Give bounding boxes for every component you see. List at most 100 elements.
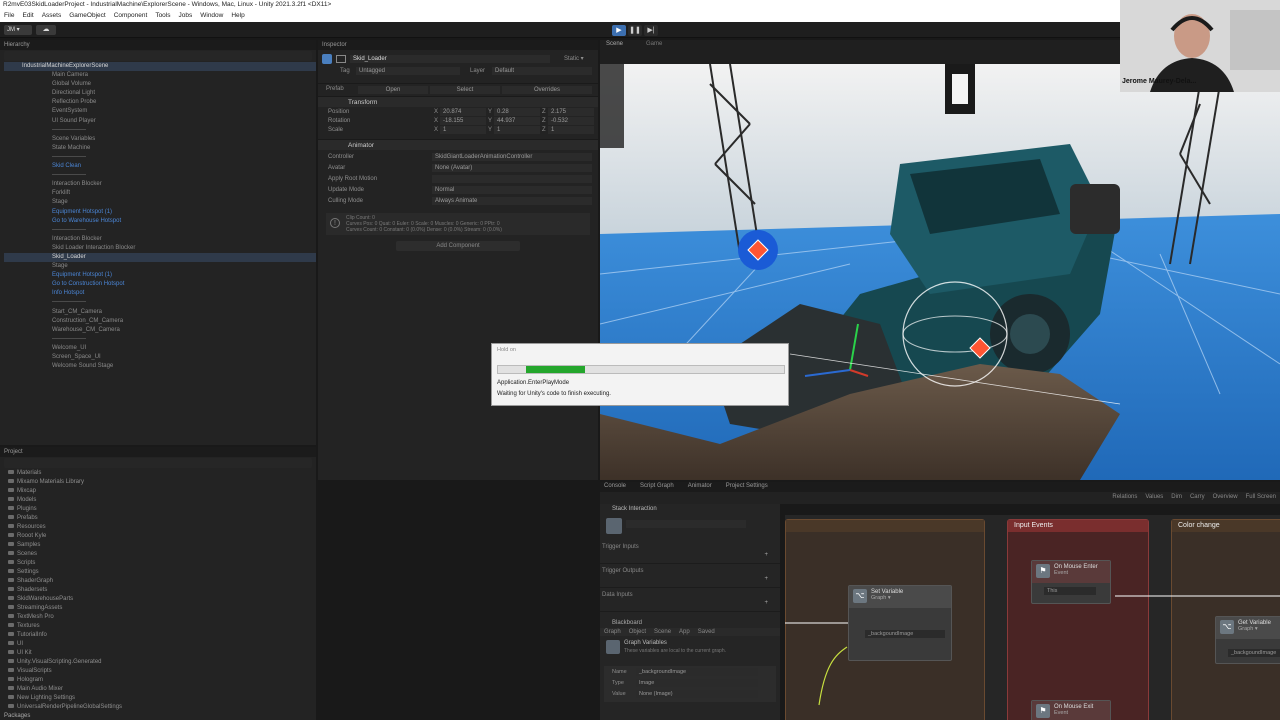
var-type-dropdown[interactable]: Image <box>636 679 758 687</box>
hierarchy-item[interactable]: Main Camera <box>4 71 316 80</box>
transform-scale-y[interactable]: 1 <box>494 126 540 134</box>
tab-project-settings[interactable]: Project Settings <box>726 483 768 491</box>
menu-item-jobs[interactable]: Jobs <box>179 12 193 21</box>
blackboard-tab-scene[interactable]: Scene <box>654 629 671 635</box>
scene-viewport[interactable] <box>600 64 1280 480</box>
animator-field-value[interactable]: None (Avatar) <box>432 164 592 172</box>
layer-dropdown[interactable]: Default <box>492 67 592 75</box>
hierarchy-item[interactable]: Warehouse_CM_Camera <box>4 326 316 335</box>
hierarchy-item[interactable]: Directional Light <box>4 89 316 98</box>
play-button[interactable]: ▶ <box>612 25 626 36</box>
project-folder[interactable]: Plugins <box>8 505 316 514</box>
hierarchy-item[interactable]: Start_CM_Camera <box>4 308 316 317</box>
object-name-field[interactable]: Skid_Loader <box>350 55 550 63</box>
blackboard-tab-app[interactable]: App <box>679 629 690 635</box>
project-folder[interactable]: Rooot Kyle <box>8 532 316 541</box>
menu-item-assets[interactable]: Assets <box>42 12 62 21</box>
blackboard-tab-saved[interactable]: Saved <box>698 629 715 635</box>
blackboard-tab-object[interactable]: Object <box>629 629 646 635</box>
project-folder[interactable]: Settings <box>8 568 316 577</box>
static-toggle[interactable]: Static ▾ <box>564 55 584 62</box>
hierarchy-item[interactable]: IndustrialMachineExplorerScene <box>4 62 316 72</box>
graph-toolbar-carry[interactable]: Carry <box>1190 494 1205 502</box>
tab-hierarchy[interactable]: Hierarchy <box>0 40 316 50</box>
tab-game[interactable]: Game <box>646 41 662 47</box>
hierarchy-item[interactable]: Interaction Blocker <box>4 235 316 244</box>
project-folder[interactable]: Scenes <box>8 550 316 559</box>
hierarchy-item[interactable]: Global Volume <box>4 80 316 89</box>
hierarchy-item[interactable]: ----------------- <box>4 335 316 344</box>
var-name-field[interactable]: _backgroundImage <box>636 668 758 676</box>
transform-position-z[interactable]: 2.175 <box>548 108 594 116</box>
animator-field-value[interactable] <box>432 175 592 183</box>
project-folder[interactable]: Main Audio Mixer <box>8 685 316 694</box>
project-folder[interactable]: Mixamo Materials Library <box>8 478 316 487</box>
transform-scale-z[interactable]: 1 <box>548 126 594 134</box>
hierarchy-item[interactable]: Skid Loader Interaction Blocker <box>4 244 316 253</box>
graph-title-field[interactable] <box>626 520 746 528</box>
hierarchy-item[interactable]: ----------------- <box>4 226 316 235</box>
hierarchy-item[interactable]: Welcome_UI <box>4 344 316 353</box>
menu-item-help[interactable]: Help <box>231 12 244 21</box>
active-checkbox[interactable] <box>336 55 346 63</box>
hierarchy-item[interactable]: ----------------- <box>4 153 316 162</box>
animator-header[interactable]: Animator <box>318 139 598 150</box>
project-folder[interactable]: Models <box>8 496 316 505</box>
project-folder[interactable]: Prefabs <box>8 514 316 523</box>
hierarchy-item[interactable]: ----------------- <box>4 126 316 135</box>
project-folder[interactable]: UI Kit <box>8 649 316 658</box>
menu-item-gameobject[interactable]: GameObject <box>69 12 106 21</box>
project-folder[interactable]: Scripts <box>8 559 316 568</box>
hierarchy-item[interactable]: Forklift <box>4 189 316 198</box>
project-folder[interactable]: UniversalRenderPipelineGlobalSettings <box>8 703 316 712</box>
on-mouse-exit-node[interactable]: ⚑ On Mouse Exit Event <box>1031 700 1111 720</box>
menu-item-file[interactable]: File <box>4 12 14 21</box>
tag-dropdown[interactable]: Untagged <box>356 67 460 75</box>
prefab-select-button[interactable]: Select <box>430 86 500 94</box>
step-button[interactable]: ▶| <box>644 25 658 36</box>
transform-header[interactable]: Transform <box>318 96 598 107</box>
hierarchy-item[interactable]: Screen_Space_UI <box>4 353 316 362</box>
animator-field-value[interactable]: Always Animate <box>432 197 592 205</box>
hierarchy-item[interactable]: UI Sound Player <box>4 117 316 126</box>
project-folder[interactable]: Mixcap <box>8 487 316 496</box>
hierarchy-item[interactable]: Scene Variables <box>4 135 316 144</box>
hierarchy-item[interactable]: ----------------- <box>4 171 316 180</box>
transform-scale-x[interactable]: 1 <box>440 126 486 134</box>
tab-script-graph[interactable]: Script Graph <box>640 483 674 491</box>
graph-toolbar-full-screen[interactable]: Full Screen <box>1246 494 1276 502</box>
project-folder[interactable]: Samples <box>8 541 316 550</box>
hierarchy-item[interactable]: Equipment Hotspot (1) <box>4 271 316 280</box>
project-folder[interactable]: Resources <box>8 523 316 532</box>
hierarchy-item[interactable]: Skid Clean <box>4 162 316 171</box>
animator-field-value[interactable]: SkidGiantLoaderAnimationController <box>432 153 592 161</box>
hierarchy-item[interactable]: Welcome Sound Stage <box>4 362 316 371</box>
tab-project[interactable]: Project <box>0 447 316 457</box>
menu-item-window[interactable]: Window <box>200 12 223 21</box>
project-folder[interactable]: ShaderGraph <box>8 577 316 586</box>
set-variable-node[interactable]: ⌥ Set Variable Graph ▾ _backgoundImage <box>848 585 952 661</box>
hierarchy-item[interactable]: EventSystem <box>4 107 316 116</box>
project-search-input[interactable] <box>4 458 312 468</box>
hierarchy-item[interactable]: Equipment Hotspot (1) <box>4 208 316 217</box>
project-folder[interactable]: StreamingAssets <box>8 604 316 613</box>
var-value-field[interactable]: None (Image) <box>636 690 758 698</box>
project-folder[interactable]: Textures <box>8 622 316 631</box>
on-mouse-enter-node[interactable]: ⚑ On Mouse Enter Event This <box>1031 560 1111 604</box>
transform-position-y[interactable]: 0.28 <box>494 108 540 116</box>
animator-field-value[interactable]: Normal <box>432 186 592 194</box>
add-component-button[interactable]: Add Component <box>396 241 520 251</box>
hierarchy-item[interactable]: Go to Warehouse Hotspot <box>4 217 316 226</box>
tab-inspector[interactable]: Inspector <box>318 40 598 50</box>
node-field[interactable]: _backgoundImage <box>1228 649 1280 657</box>
project-folder[interactable]: SkidWarehouseParts <box>8 595 316 604</box>
transform-rotation-x[interactable]: -18.155 <box>440 117 486 125</box>
hierarchy-item[interactable]: Stage <box>4 262 316 271</box>
project-folder[interactable]: New Lighting Settings <box>8 694 316 703</box>
account-button[interactable]: JM ▾ <box>4 25 32 35</box>
pause-button[interactable]: ❚❚ <box>628 25 642 36</box>
hierarchy-search-input[interactable] <box>4 51 312 61</box>
project-folder[interactable]: TextMesh Pro <box>8 613 316 622</box>
transform-rotation-z[interactable]: -0.532 <box>548 117 594 125</box>
graph-toolbar-overview[interactable]: Overview <box>1213 494 1238 502</box>
